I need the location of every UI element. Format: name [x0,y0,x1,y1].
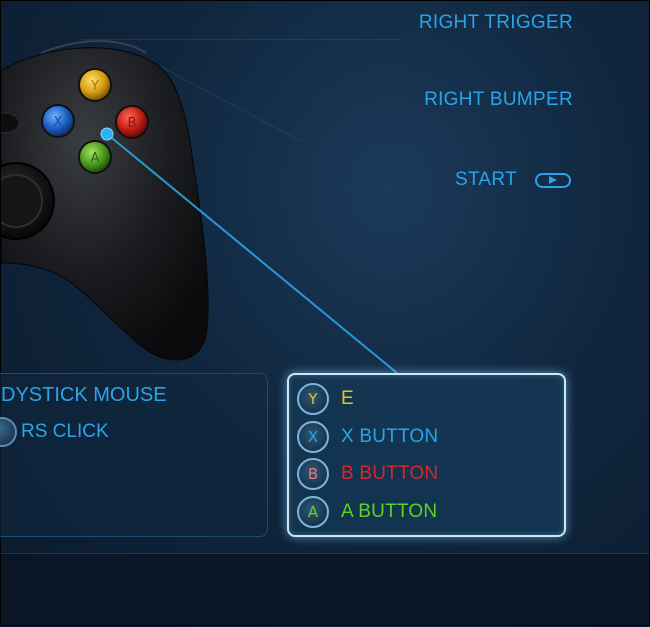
b-button-row[interactable]: B B BUTTON [297,458,438,490]
svg-text:X: X [54,115,63,130]
callout-dot [100,127,114,141]
rs-click-binding[interactable]: RS CLICK [0,417,109,447]
bottom-bar [1,553,649,625]
x-button-row[interactable]: X X BUTTON [297,421,438,453]
x-button-label: X BUTTON [341,426,439,447]
x-glyph-icon: X [297,421,329,453]
a-button-row[interactable]: A A BUTTON [297,496,437,528]
svg-text:Y: Y [90,79,99,94]
start-button-icon [535,172,571,188]
start-binding[interactable]: START [455,169,571,191]
y-button-label: E [341,388,354,409]
rs-click-label: RS CLICK [21,421,109,442]
right-stick-cap [1,174,43,228]
joystick-mouse-title[interactable]: DYSTICK MOUSE [1,384,167,407]
y-button-row[interactable]: Y E [297,383,354,415]
b-button-label: B BUTTON [341,463,439,484]
svg-text:B: B [128,116,137,131]
right-bumper-label[interactable]: RIGHT BUMPER [424,89,573,111]
svg-text:A: A [91,151,100,166]
y-glyph-icon: Y [297,383,329,415]
a-button-label: A BUTTON [341,501,438,522]
start-label: START [454,169,517,190]
rs-click-icon [0,417,17,447]
right-trigger-label[interactable]: RIGHT TRIGGER [419,12,573,34]
b-glyph-icon: B [297,458,329,490]
a-glyph-icon: A [297,496,329,528]
